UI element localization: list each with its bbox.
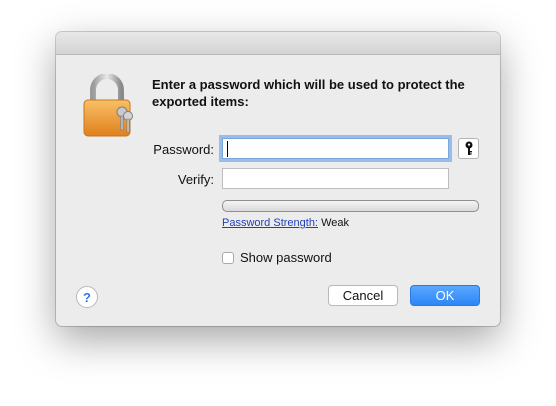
password-label: Password: [153,142,214,157]
help-button[interactable]: ? [76,286,98,308]
show-password-option[interactable]: Show password [222,250,332,265]
password-strength-link[interactable]: Password Strength: [222,217,318,229]
password-strength-row: Password Strength: Weak [222,217,349,229]
title-bar[interactable] [56,32,500,55]
text-caret [227,141,228,157]
password-field[interactable] [222,138,449,159]
export-password-dialog: Enter a password which will be used to p… [56,32,500,326]
help-icon: ? [83,289,91,305]
verify-field[interactable] [222,168,449,189]
padlock-with-keys-icon [82,73,136,138]
show-password-checkbox[interactable] [222,251,234,264]
verify-label: Verify: [177,172,214,187]
password-strength-value: Weak [321,217,349,229]
password-assistant-button[interactable] [458,138,479,159]
key-icon [465,141,472,155]
dialog-heading: Enter a password which will be used to p… [152,77,465,109]
ok-button[interactable]: OK [410,285,480,306]
show-password-label: Show password [240,250,332,265]
cancel-button[interactable]: Cancel [328,285,398,306]
password-strength-meter [222,200,479,212]
